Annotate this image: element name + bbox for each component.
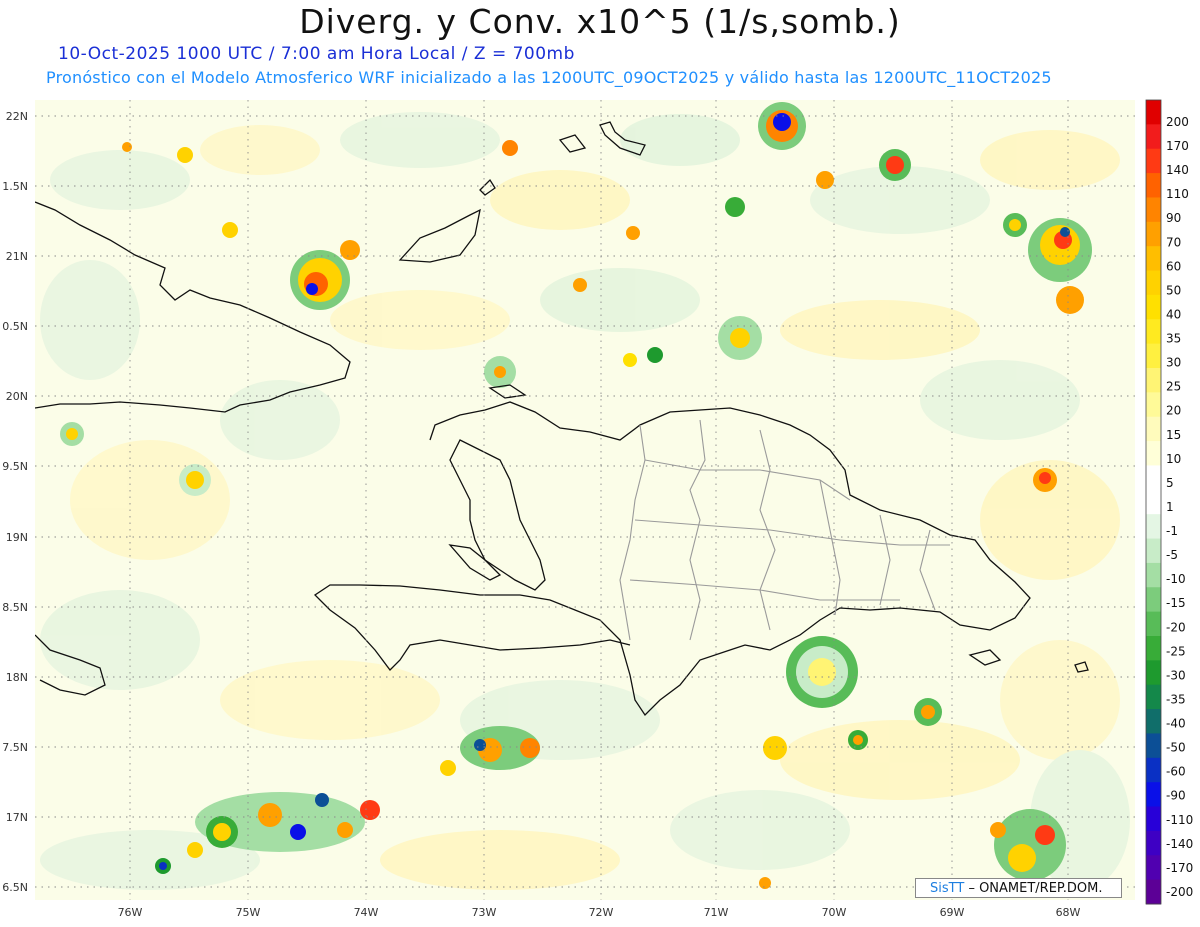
lat-label: 6.5N [2,881,28,894]
colorbar-label: -10 [1166,572,1186,586]
lat-label: 0.5N [2,320,28,333]
colorbar-swatch [1146,587,1161,613]
colorbar-label: -60 [1166,765,1186,779]
colorbar-swatch [1146,221,1161,247]
colorbar-swatch [1146,392,1161,418]
lon-label: 73W [472,906,497,919]
colorbar-swatch [1146,368,1161,393]
colorbar-label: -110 [1166,813,1193,827]
colorbar-swatch [1146,148,1161,174]
lon-label: 76W [118,906,143,919]
colorbar-swatch [1146,489,1161,515]
colorbar-label: 35 [1166,332,1181,346]
colorbar-swatch [1146,514,1161,540]
colorbar-label: 10 [1166,452,1181,466]
colorbar-label: -200 [1166,885,1193,899]
lat-label: 22N [6,110,28,123]
colorbar-swatch [1146,855,1161,881]
lon-label: 69W [940,906,965,919]
colorbar-swatch [1146,538,1161,564]
lon-label: 71W [704,906,729,919]
colorbar-swatch [1146,173,1161,198]
colorbar-swatch [1146,562,1161,588]
colorbar-label: 140 [1166,163,1189,177]
colorbar-swatch [1146,197,1161,223]
colorbar-swatch [1146,465,1161,491]
colorbar-label: 110 [1166,187,1189,201]
lon-label: 72W [589,906,614,919]
colorbar-swatch [1146,319,1161,345]
colorbar-label: -1 [1166,524,1178,538]
colorbar-label: -35 [1166,693,1186,707]
lon-label: 75W [236,906,261,919]
colorbar-label: -30 [1166,668,1186,682]
lat-label: 17N [6,811,28,824]
lon-label: 68W [1056,906,1081,919]
lat-label: 7.5N [2,741,28,754]
forecast-map: 22N 1.5N 21N 0.5N 20N 9.5N 19N 8.5N 18N … [2,99,1193,919]
colorbar-label: 170 [1166,139,1189,153]
colorbar-swatch [1146,782,1161,808]
colorbar-label: -40 [1166,717,1186,731]
colorbar-label: 25 [1166,380,1181,394]
lat-label: 9.5N [2,460,28,473]
colorbar-label: 15 [1166,428,1181,442]
colorbar-label: 50 [1166,283,1181,297]
lat-label: 18N [6,671,28,684]
divergence-field [35,100,1135,900]
colorbar-swatch [1146,294,1161,320]
colorbar-swatch [1146,636,1161,661]
colorbar-label: -5 [1166,548,1178,562]
colorbar-swatch [1146,830,1161,856]
lon-label: 70W [822,906,847,919]
colorbar-swatch [1146,124,1161,150]
colorbar-swatch [1146,343,1161,369]
colorbar-label: 70 [1166,235,1181,249]
colorbar-label: 30 [1166,356,1181,370]
colorbar-label: -25 [1166,644,1186,658]
colorbar-label: -20 [1166,620,1186,634]
colorbar-label: 200 [1166,115,1189,129]
colorbar-swatch [1146,733,1161,759]
colorbar-swatch [1146,441,1161,466]
longitude-labels: 76W 75W 74W 73W 72W 71W 70W 69W 68W [118,906,1081,919]
credit-box: SisTT – ONAMET/REP.DOM. [915,878,1122,898]
colorbar: 200 170 140 110 90 70 60 50 40 35 30 25 20 15 10 5 1 -1 -5… [1145,99,1193,905]
colorbar-swatch [1146,879,1161,905]
colorbar-swatch [1146,270,1161,296]
colorbar-label: 1 [1166,500,1174,514]
colorbar-swatch [1146,806,1161,832]
colorbar-label: 40 [1166,308,1181,322]
colorbar-label: 90 [1166,211,1181,225]
lon-label: 74W [354,906,379,919]
colorbar-swatch [1146,246,1161,272]
colorbar-swatch [1146,684,1161,710]
colorbar-label: 60 [1166,259,1181,273]
lat-label: 1.5N [2,180,28,193]
credit-text: – ONAMET/REP.DOM. [968,881,1103,896]
sistt-logo: SisTT [930,881,965,896]
colorbar-swatch [1146,100,1161,125]
colorbar-label: -90 [1166,789,1186,803]
colorbar-swatch [1146,757,1161,783]
colorbar-label: -170 [1166,861,1193,875]
colorbar-swatch [1146,416,1161,442]
lat-label: 8.5N [2,601,28,614]
colorbar-swatch [1146,660,1161,686]
colorbar-label: -50 [1166,741,1186,755]
lat-label: 21N [6,250,28,263]
colorbar-swatch [1146,709,1161,734]
lat-label: 19N [6,531,28,544]
lat-label: 20N [6,390,28,403]
latitude-labels: 22N 1.5N 21N 0.5N 20N 9.5N 19N 8.5N 18N … [2,110,28,894]
colorbar-swatch [1146,611,1161,637]
colorbar-label: 20 [1166,404,1181,418]
colorbar-label: 5 [1166,476,1174,490]
colorbar-label: -140 [1166,837,1193,851]
colorbar-label: -15 [1166,596,1186,610]
